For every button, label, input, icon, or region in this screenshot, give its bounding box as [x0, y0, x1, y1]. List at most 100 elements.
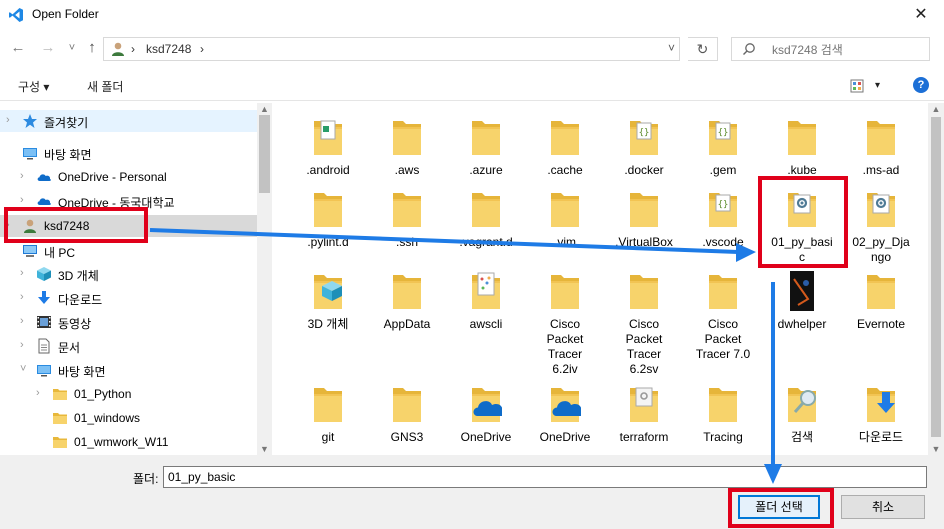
- folder-icon: [470, 115, 502, 159]
- view-options-icon[interactable]: [850, 79, 864, 93]
- sidebar-item[interactable]: › OneDrive - Personal: [0, 166, 257, 188]
- file-item-label-line: Tracer: [547, 347, 583, 361]
- file-grid[interactable]: .android .aws .azure .cache {} .docker {} .gem.…: [272, 103, 928, 455]
- address-bar[interactable]: › ksd7248 › ˅: [103, 37, 680, 61]
- folder-icon: [312, 115, 344, 159]
- folder-icon: [786, 115, 818, 159]
- expand-chevron-icon[interactable]: ›: [20, 339, 24, 351]
- scroll-thumb[interactable]: [931, 117, 941, 437]
- folder-icon: [470, 187, 502, 231]
- folder-icon: [786, 269, 818, 313]
- file-item-label: .pylint.d: [307, 235, 349, 249]
- folder-input[interactable]: [163, 466, 927, 488]
- expand-chevron-icon[interactable]: ›: [20, 194, 24, 206]
- sidebar-item[interactable]: ˅ 바탕 화면: [0, 359, 257, 381]
- sidebar-item[interactable]: › 문서: [0, 335, 257, 357]
- file-item-label-line: Cisco: [707, 317, 738, 331]
- breadcrumb-ksd7248[interactable]: ksd7248: [146, 42, 191, 56]
- expand-chevron-icon[interactable]: ›: [20, 170, 24, 182]
- expand-chevron-icon[interactable]: ›: [20, 267, 24, 279]
- vscode-icon: [9, 8, 23, 22]
- sidebar-item[interactable]: › 다운로드: [0, 287, 257, 309]
- svg-text:{}: {}: [718, 128, 729, 138]
- new-folder-button[interactable]: 새 폴더: [87, 78, 123, 95]
- file-item-label: .ms-ad: [862, 163, 900, 177]
- folder-icon: [865, 269, 897, 313]
- back-button[interactable]: ←: [8, 38, 28, 58]
- organize-button[interactable]: 구성 ▾: [18, 78, 49, 95]
- help-button[interactable]: ?: [913, 77, 929, 93]
- folder-icon: [549, 187, 581, 231]
- file-item-label: Cisco Packet Tracer 7.0: [685, 317, 761, 362]
- file-item-label: 다운로드: [858, 430, 904, 444]
- file-item-label: .aws: [394, 163, 420, 177]
- sidebar-item[interactable]: 01_windows: [0, 407, 257, 429]
- sidebar-item[interactable]: › 즐겨찾기: [0, 110, 257, 132]
- sidebar-item[interactable]: 바탕 화면: [0, 142, 257, 164]
- refresh-button[interactable]: ↻: [688, 37, 718, 61]
- scroll-thumb[interactable]: [259, 115, 270, 193]
- up-button[interactable]: ↑: [82, 38, 102, 58]
- scroll-up-arrow[interactable]: ▲: [928, 104, 944, 114]
- file-item-label: .gem: [709, 163, 737, 177]
- sidebar-item[interactable]: 내 PC: [0, 240, 257, 262]
- file-item-label: AppData: [383, 317, 431, 331]
- breadcrumb-separator: ›: [131, 42, 135, 56]
- scroll-up-arrow[interactable]: ▲: [257, 104, 272, 114]
- file-item-label-line: 02_py_Dja: [852, 235, 910, 249]
- folder-icon: [312, 187, 344, 231]
- search-input[interactable]: [770, 41, 924, 59]
- breadcrumb-separator[interactable]: ›: [200, 42, 204, 56]
- sidebar-item-label: 다운로드: [58, 293, 103, 307]
- file-item-label: Evernote: [856, 317, 906, 331]
- search-box[interactable]: [731, 37, 930, 61]
- sidebar-item-label: OneDrive - Personal: [58, 170, 167, 184]
- navigation-scrollbar[interactable]: ▲ ▼: [257, 103, 272, 455]
- expand-chevron-icon[interactable]: ˅: [20, 363, 26, 375]
- sidebar-item-label: 즐겨찾기: [44, 116, 89, 130]
- close-button[interactable]: ✕: [898, 0, 944, 30]
- file-item-label: .vagrant.d: [459, 235, 513, 249]
- file-item-label: .vim: [554, 235, 576, 249]
- folder-icon: [549, 269, 581, 313]
- address-dropdown-button[interactable]: ˅: [668, 41, 675, 55]
- forward-button[interactable]: →: [38, 38, 58, 58]
- file-item-label: .android: [306, 163, 350, 177]
- recent-locations-button[interactable]: ˅: [62, 38, 82, 58]
- folder-icon: [391, 269, 423, 313]
- folder-icon: [628, 187, 660, 231]
- sidebar-item[interactable]: › 01_Python: [0, 383, 257, 405]
- folder-icon: [470, 382, 505, 426]
- file-item-label: git: [321, 430, 335, 444]
- sidebar-item-label: 바탕 화면: [44, 148, 92, 162]
- scroll-down-arrow[interactable]: ▼: [928, 444, 944, 454]
- folder-icon: [549, 382, 584, 426]
- file-item-label-line: 6.2iv: [552, 362, 578, 376]
- expand-chevron-icon[interactable]: ›: [20, 315, 24, 327]
- file-item-label-line: Packet: [625, 332, 663, 346]
- navigation-pane[interactable]: › 즐겨찾기 바탕 화면 › OneDrive - Personal › OneDrive …: [0, 103, 257, 455]
- cancel-button[interactable]: 취소: [841, 495, 925, 519]
- sidebar-item-label: 01_windows: [74, 411, 141, 425]
- window-title: Open Folder: [32, 7, 99, 21]
- sidebar-item[interactable]: › 3D 개체: [0, 263, 257, 285]
- folder-icon: [628, 382, 660, 426]
- file-item-label: 02_py_Dja ngo: [843, 235, 919, 265]
- file-item-label-line: Cisco: [549, 317, 580, 331]
- expand-chevron-icon[interactable]: ›: [6, 114, 10, 126]
- file-item-label: 3D 개체: [307, 317, 349, 331]
- scroll-down-arrow[interactable]: ▼: [257, 444, 272, 454]
- file-item-label: Tracing: [703, 430, 743, 444]
- toolbar: 구성 ▾ 새 폴더 ▾ ?: [0, 70, 944, 100]
- expand-chevron-icon[interactable]: ›: [36, 387, 40, 399]
- sidebar-item[interactable]: › 동영상: [0, 311, 257, 333]
- file-grid-scrollbar[interactable]: ▲ ▼: [928, 103, 944, 455]
- sidebar-item-label: 동영상: [58, 317, 92, 331]
- expand-chevron-icon[interactable]: ›: [20, 291, 24, 303]
- annotation-box-select-folder: [728, 488, 834, 528]
- sidebar-item[interactable]: 01_wmwork_W11: [0, 431, 257, 453]
- svg-text:{}: {}: [639, 128, 650, 138]
- file-item-label-line: Packet: [546, 332, 584, 346]
- view-dropdown-button[interactable]: ▾: [875, 80, 880, 91]
- file-item-label: Cisco Packet Tracer 6.2sv: [606, 317, 682, 377]
